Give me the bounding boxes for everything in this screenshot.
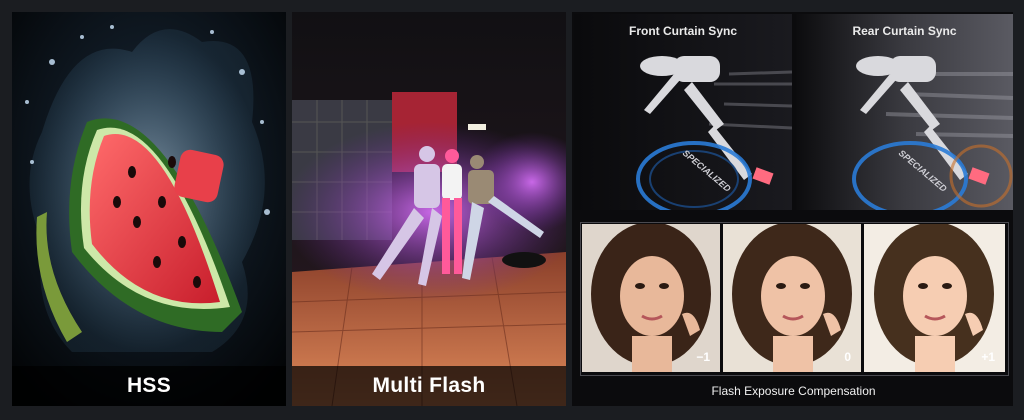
flash-exposure-compensation-caption: Flash Exposure Compensation <box>711 384 876 398</box>
rear-curtain-sync-label: Rear Curtain Sync <box>852 24 957 38</box>
hss-panel: HSS <box>12 12 286 406</box>
multi-flash-caption: Multi Flash <box>292 366 566 406</box>
ev-step-label: −1 <box>696 350 710 364</box>
multi-flash-panel: Multi Flash <box>292 12 566 406</box>
portrait-plus-one: +1 <box>864 224 1005 372</box>
rear-curtain-sync-panel: SPECIALIZED Rear Curtain Sync <box>796 14 1013 210</box>
portrait-zero: 0 <box>723 224 861 372</box>
flash-exposure-compensation-panel: −1 0 +1 Flash Exposure Compensation <box>574 216 1013 406</box>
ev-step-label: 0 <box>844 350 851 364</box>
cyclist-rear-sync-image: SPECIALIZED <box>796 14 1013 210</box>
front-curtain-sync-panel: SPECIALIZED Front Curtain Sync <box>574 14 792 210</box>
hss-caption: HSS <box>12 366 286 406</box>
front-curtain-sync-label: Front Curtain Sync <box>628 24 737 38</box>
dancers-night-image <box>292 12 566 406</box>
portrait-minus-one: −1 <box>582 224 720 372</box>
cyclist-front-sync-image: SPECIALIZED <box>574 14 792 210</box>
portrait-image <box>723 224 861 372</box>
watermelon-splash-image <box>12 12 286 406</box>
ev-step-label: +1 <box>981 350 995 364</box>
